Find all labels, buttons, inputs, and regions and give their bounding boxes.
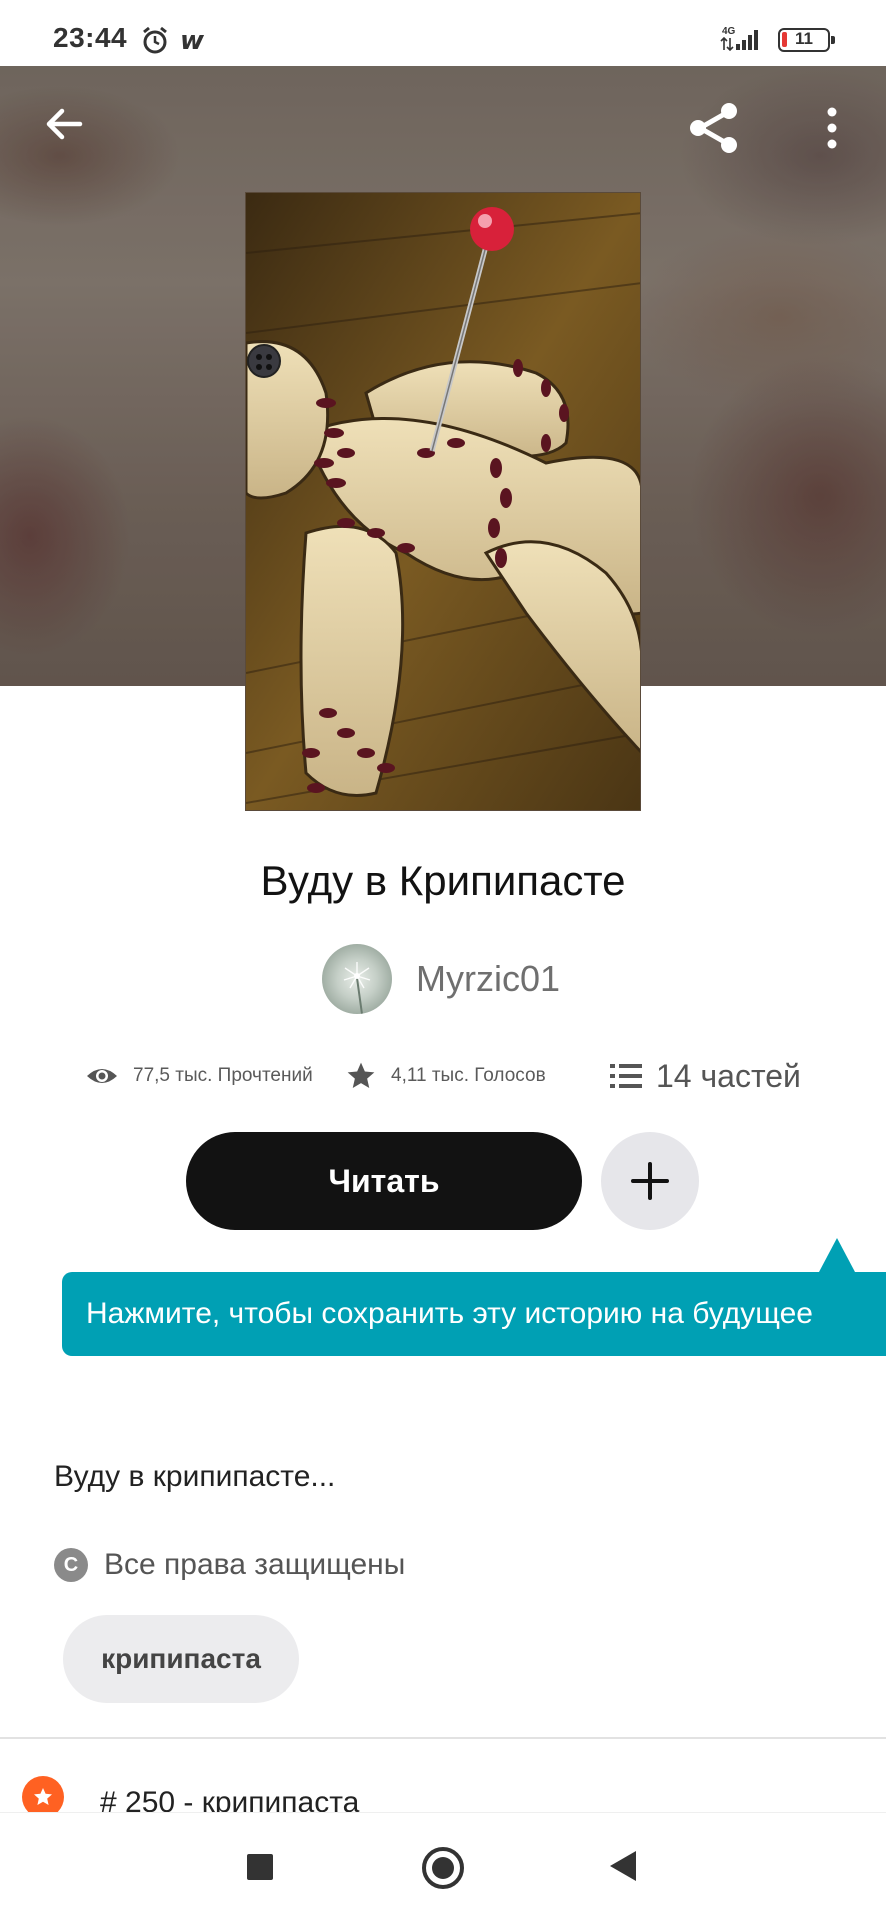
list-icon bbox=[610, 1064, 642, 1088]
votes-stat: 4,11 тыс. Голосов bbox=[345, 1052, 546, 1100]
battery-level: 11 bbox=[795, 29, 813, 48]
votes-count: 4,11 тыс. Голосов bbox=[391, 1065, 546, 1086]
story-description: Вуду в крипипасте... bbox=[54, 1460, 336, 1493]
story-title: Вуду в Крипипасте bbox=[260, 857, 626, 904]
battery-icon: 11 bbox=[778, 28, 835, 52]
more-vertical-icon bbox=[827, 107, 837, 149]
share-icon bbox=[690, 103, 737, 153]
parts-count[interactable]: 14 частей bbox=[656, 1058, 801, 1095]
home-button[interactable] bbox=[422, 1847, 464, 1889]
status-bar: 23:44 w 4G 11 bbox=[0, 0, 886, 66]
story-cover[interactable] bbox=[245, 192, 641, 811]
story-stats: 77,5 тыс. Прочтений 4,11 тыс. Голосов 14… bbox=[85, 1052, 815, 1100]
system-back-button[interactable] bbox=[610, 1851, 636, 1881]
back-button[interactable] bbox=[40, 100, 88, 148]
system-navigation-bar bbox=[0, 1812, 886, 1920]
voodoo-doll-illustration bbox=[246, 193, 640, 810]
copyright-text: Все права защищены bbox=[104, 1548, 406, 1581]
alarm-icon bbox=[143, 26, 167, 54]
recent-apps-button[interactable] bbox=[247, 1854, 273, 1880]
save-tooltip[interactable]: Нажмите, чтобы сохранить эту историю на … bbox=[62, 1272, 886, 1356]
plus-icon bbox=[631, 1162, 669, 1200]
eye-icon bbox=[87, 1069, 117, 1083]
author-name[interactable]: Myrzic01 bbox=[416, 958, 560, 1000]
wattpad-icon: w bbox=[180, 26, 205, 56]
copyright-row: C Все права защищены bbox=[54, 1548, 405, 1582]
divider bbox=[0, 1737, 886, 1739]
read-button[interactable]: Читать bbox=[186, 1132, 582, 1230]
author-link[interactable]: Myrzic01 bbox=[322, 944, 560, 1014]
star-icon bbox=[347, 1062, 375, 1088]
tag-chip[interactable]: крипипаста bbox=[63, 1615, 299, 1703]
signal-icon: 4G bbox=[720, 26, 758, 52]
copyright-icon: C bbox=[54, 1548, 88, 1582]
parts-stat[interactable]: 14 частей bbox=[610, 1052, 801, 1100]
add-to-library-button[interactable] bbox=[601, 1132, 699, 1230]
network-type: 4G bbox=[722, 26, 736, 37]
reads-stat: 77,5 тыс. Прочтений bbox=[85, 1052, 313, 1100]
share-button[interactable] bbox=[686, 100, 742, 156]
reads-count: 77,5 тыс. Прочтений bbox=[133, 1065, 313, 1086]
dandelion-avatar-image bbox=[343, 962, 371, 1014]
avatar[interactable] bbox=[322, 944, 392, 1014]
tooltip-arrow bbox=[819, 1238, 855, 1272]
status-time: 23:44 bbox=[53, 22, 128, 53]
more-options-button[interactable] bbox=[812, 104, 852, 152]
